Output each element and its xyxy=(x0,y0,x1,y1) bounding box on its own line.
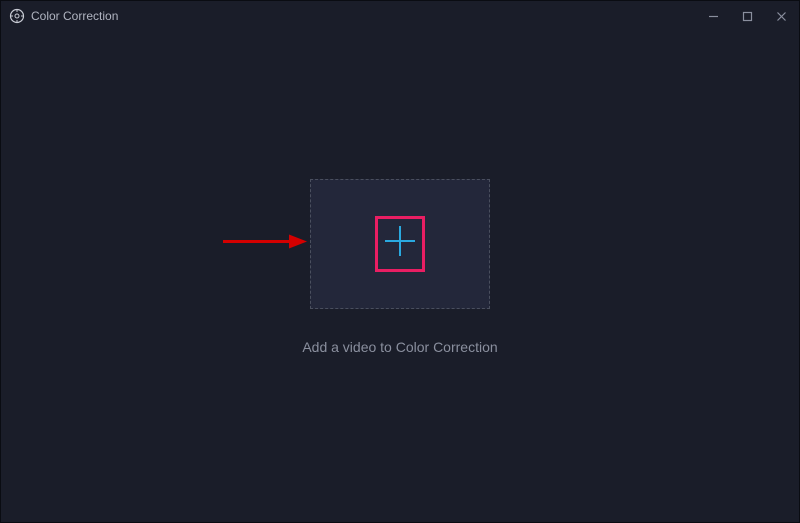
close-button[interactable] xyxy=(771,6,791,26)
hint-text: Add a video to Color Correction xyxy=(302,339,497,355)
maximize-button[interactable] xyxy=(737,6,757,26)
window-controls xyxy=(703,6,791,26)
content-area: Add a video to Color Correction xyxy=(1,31,799,522)
app-icon xyxy=(9,8,25,24)
titlebar-left: Color Correction xyxy=(9,8,118,24)
plus-icon xyxy=(383,224,417,263)
titlebar: Color Correction xyxy=(1,1,799,31)
minimize-button[interactable] xyxy=(703,6,723,26)
add-video-dropzone[interactable] xyxy=(310,179,490,309)
add-video-highlight xyxy=(375,216,425,272)
window-title: Color Correction xyxy=(31,9,118,23)
annotation-arrow-icon xyxy=(221,231,307,256)
